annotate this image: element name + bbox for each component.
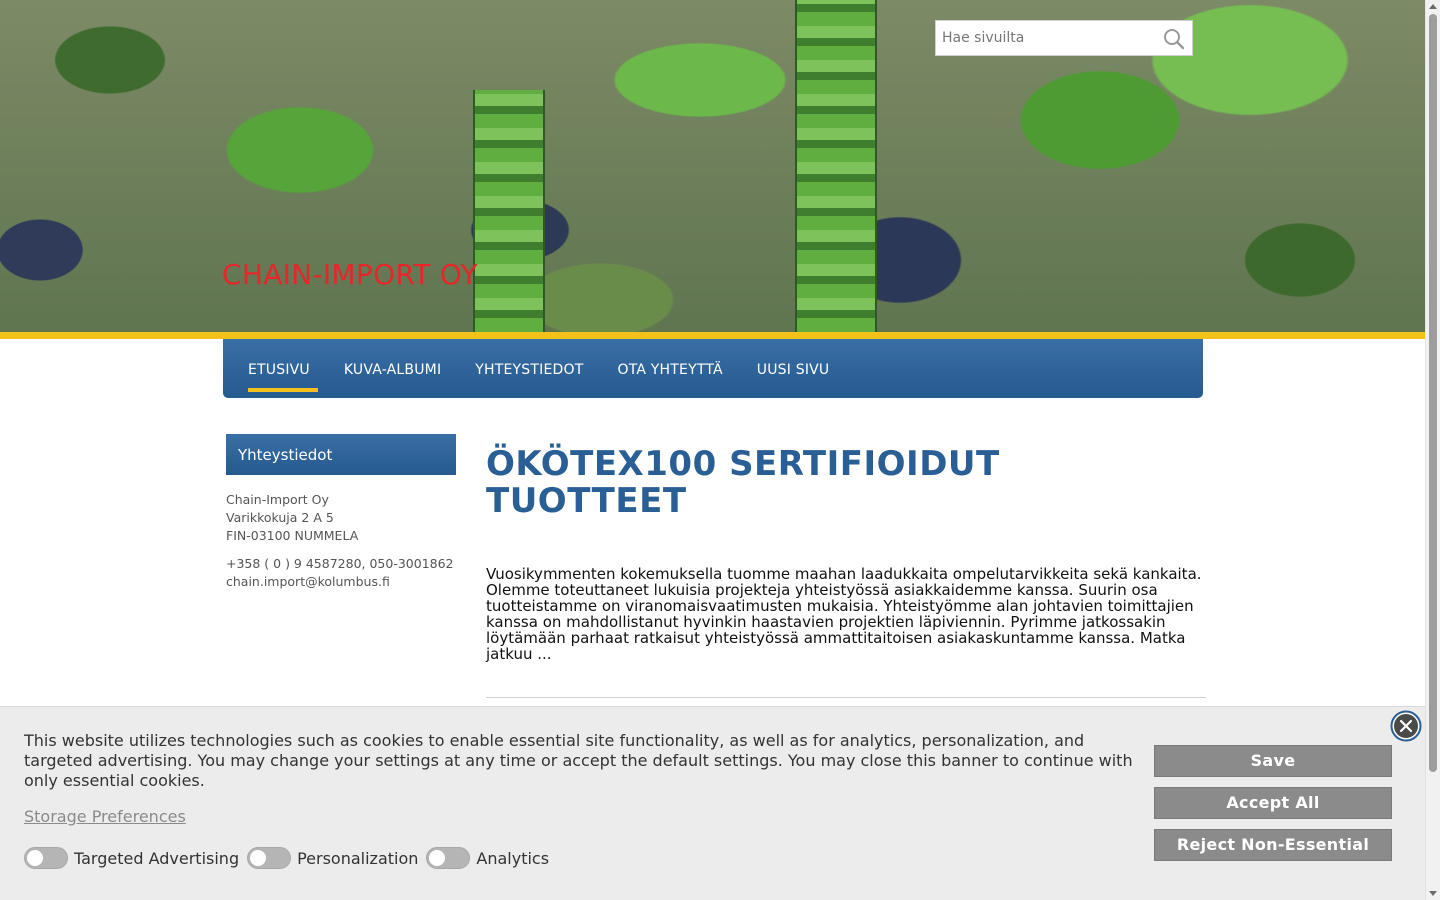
nav-item-etusivu[interactable]: ETUSIVU (240, 354, 318, 392)
search-icon[interactable] (1162, 27, 1186, 51)
email-link[interactable]: chain.import@kolumbus.fi (226, 573, 466, 591)
company-name: Chain-Import Oy (226, 492, 329, 507)
camo-strap-image (473, 90, 545, 332)
intro-paragraph: Vuosikymmenten kokemuksella tuomme maaha… (486, 565, 1202, 663)
close-circle-icon[interactable] (1390, 710, 1422, 742)
header-banner: CHAIN-IMPORT OY (0, 0, 1425, 332)
camo-strap-image (795, 0, 877, 332)
personalization-toggle[interactable] (247, 847, 292, 869)
scrollbar-thumb[interactable] (1429, 14, 1437, 772)
cookie-banner: This website utilizes technologies such … (0, 706, 1425, 900)
city-address: FIN-03100 NUMMELA (226, 528, 359, 543)
search-input[interactable] (936, 21, 1156, 55)
header-accent-bar (0, 332, 1425, 339)
page-title: ÖKÖTEX100 SERTIFIOIDUT TUOTTEET (486, 444, 1000, 521)
nav-item-uusi-sivu[interactable]: UUSI SIVU (749, 354, 838, 384)
toggle-group-targeted-advertising: Targeted Advertising (24, 847, 239, 869)
nav-item-yhteystiedot[interactable]: YHTEYSTIEDOT (467, 354, 591, 384)
toggle-group-analytics: Analytics (426, 847, 549, 869)
contact-info: Chain-Import Oy Varikkokuja 2 A 5 FIN-03… (226, 491, 466, 601)
scroll-up-arrow-icon[interactable] (1429, 4, 1437, 9)
cookie-notice-text: This website utilizes technologies such … (24, 731, 1133, 790)
scroll-down-arrow-icon[interactable] (1429, 891, 1437, 896)
nav-item-kuva-albumi[interactable]: KUVA-ALBUMI (336, 354, 449, 384)
save-button[interactable]: Save (1154, 745, 1392, 777)
reject-non-essential-button[interactable]: Reject Non-Essential (1154, 829, 1392, 861)
toggle-label: Targeted Advertising (74, 848, 240, 868)
storage-preferences-link[interactable]: Storage Preferences (24, 807, 186, 826)
site-title[interactable]: CHAIN-IMPORT OY (222, 258, 478, 291)
targeted-advertising-toggle[interactable] (24, 847, 68, 869)
main-nav: ETUSIVU KUVA-ALBUMI YHTEYSTIEDOT OTA YHT… (223, 339, 1203, 398)
phone-number: +358 ( 0 ) 9 4587280, 050-3001862 (226, 556, 454, 571)
analytics-toggle[interactable] (426, 847, 471, 869)
search-box (935, 20, 1193, 56)
toggle-label: Analytics (476, 848, 550, 868)
toggle-label: Personalization (297, 848, 419, 868)
toggle-group-personalization: Personalization (247, 847, 418, 869)
accept-all-button[interactable]: Accept All (1154, 787, 1392, 819)
content-divider (486, 697, 1206, 698)
nav-item-ota-yhteytta[interactable]: OTA YHTEYTTÄ (609, 354, 730, 384)
page-scrollbar[interactable] (1425, 0, 1440, 900)
cookie-toggles: Targeted Advertising Personalization Ana… (24, 847, 557, 869)
street-address: Varikkokuja 2 A 5 (226, 510, 334, 525)
sidebar-heading: Yhteystiedot (226, 434, 456, 475)
